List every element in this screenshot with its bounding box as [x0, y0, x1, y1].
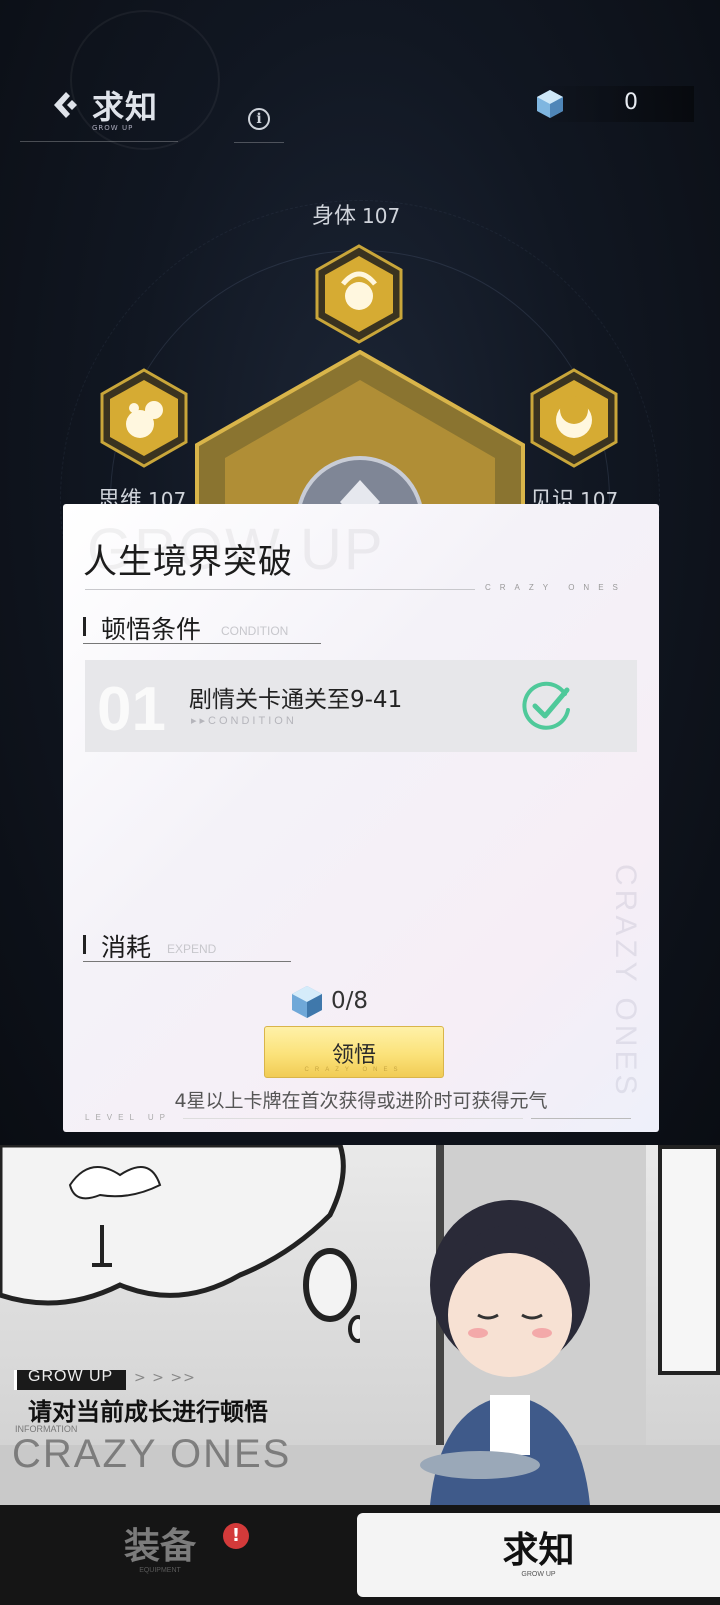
caption-watermark: CRAZY ONES — [12, 1432, 292, 1476]
condition-sub-text: CONDITION — [208, 715, 297, 727]
condition-section-title: 顿悟条件 — [101, 615, 202, 644]
hint-text: 4星以上卡牌在首次获得或进阶时可获得元气 — [174, 1090, 548, 1112]
attr-body-name: 身体 — [312, 204, 357, 229]
back-arrow-icon[interactable] — [50, 90, 80, 120]
cost-value: 0/8 — [331, 988, 369, 1014]
expend-section-header: 消耗 EXPEND — [83, 926, 291, 962]
level-up-tag: LEVEL UP — [85, 1113, 171, 1122]
comic-calligraphy — [658, 1145, 720, 1375]
dialog-title: 人生境界突破 — [83, 542, 293, 582]
comprehend-button-tag: CRAZY ONES — [304, 1067, 404, 1073]
info-button[interactable]: i — [234, 95, 284, 143]
page-title-block[interactable]: 求知 GROW UP — [20, 78, 178, 142]
condition-section-header: 顿悟条件 CONDITION — [83, 608, 321, 644]
cost-display: 0/8 — [289, 982, 439, 1022]
dialog-side-watermark: CRAZY ONES — [609, 864, 642, 1099]
expend-section-subtitle: EXPEND — [167, 942, 217, 956]
attr-body-label: 身体 107 — [312, 198, 400, 230]
dialog-title-tag: CRAZY ONES — [485, 583, 627, 592]
caption-chevrons: > > >> — [134, 1370, 196, 1386]
caption-text: 请对当前成长进行顿悟 — [28, 1398, 268, 1426]
condition-text: 剧情关卡通关至9-41 — [189, 687, 403, 713]
thought-bubble — [0, 1145, 360, 1343]
crystal-cube-icon — [537, 90, 563, 118]
currency-display: 0 — [534, 86, 694, 122]
swirl-cloud-icon[interactable] — [98, 368, 190, 468]
alert-badge-icon: ! — [223, 1523, 249, 1549]
tab-equipment-sub: EQUIPMENT — [139, 1567, 181, 1574]
title-divider — [85, 589, 475, 590]
comprehend-button[interactable]: 领悟 CRAZY ONES — [264, 1026, 444, 1078]
condition-index: 01 — [97, 675, 166, 744]
attr-body-value: 107 — [362, 204, 401, 228]
condition-row: 01 剧情关卡通关至9-41 ▸▸CONDITION — [85, 660, 637, 752]
comic-caption: GROW UP > > >> 请对当前成长进行顿悟 INFORMATION CR… — [10, 1368, 450, 1476]
condition-section-subtitle: CONDITION — [221, 624, 289, 638]
info-icon: i — [248, 107, 270, 130]
tab-grow-up-label: 求知 — [502, 1530, 575, 1571]
expend-section-title: 消耗 — [101, 933, 152, 962]
page-title: 求知 — [92, 88, 159, 126]
check-icon — [522, 681, 570, 730]
realm-breakthrough-dialog: GROW UP CRAZY ONES 人生境界突破 CRAZY ONES 顿悟条… — [63, 504, 659, 1132]
comprehend-button-label: 领悟 — [331, 1043, 376, 1068]
page-title-sub: GROW UP — [92, 124, 134, 132]
currency-value: 0 — [624, 90, 638, 115]
tab-grow-up[interactable]: 求知 GROW UP — [357, 1513, 720, 1597]
crystal-cube-icon — [292, 986, 322, 1018]
crescent-moon-icon[interactable] — [528, 368, 620, 468]
flame-emblem-icon[interactable] — [313, 244, 405, 344]
tab-grow-up-sub: GROW UP — [521, 1571, 556, 1578]
section-bar — [83, 935, 86, 954]
caption-tag: GROW UP — [28, 1368, 114, 1385]
footer-divider-accent — [531, 1118, 631, 1119]
bottom-nav: 装备 EQUIPMENT ! 求知 GROW UP — [0, 1505, 720, 1605]
condition-sub: ▸▸CONDITION — [191, 715, 297, 727]
tab-equipment[interactable]: 装备 EQUIPMENT ! — [60, 1505, 260, 1605]
section-bar — [83, 617, 86, 636]
footer-divider — [183, 1118, 523, 1119]
